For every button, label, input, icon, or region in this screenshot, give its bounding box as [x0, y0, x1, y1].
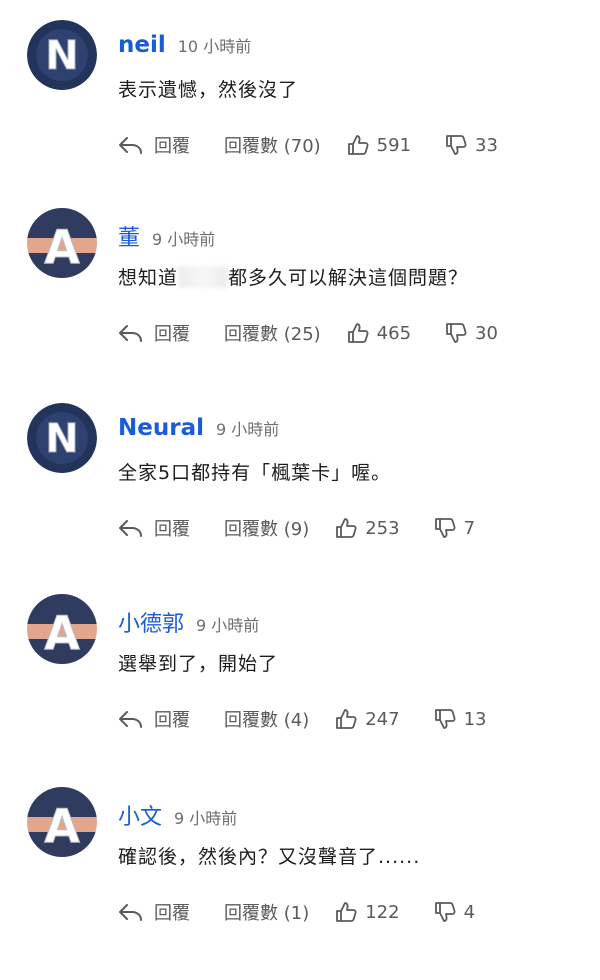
svg-text:N: N: [45, 416, 78, 462]
reply-button[interactable]: 回覆: [118, 706, 190, 732]
timestamp: 9 小時前: [152, 230, 216, 249]
comment-text: 想知道 都多久可以解決這個問題？: [118, 263, 468, 290]
avatar-a-icon: A: [27, 594, 97, 664]
avatar-a-icon: A: [27, 208, 97, 278]
reply-button[interactable]: 回覆: [118, 132, 190, 158]
like-count: 122: [365, 901, 400, 923]
comment-text: 全家5口都持有「楓葉卡」喔。: [118, 462, 392, 484]
username[interactable]: 小德郭: [118, 606, 184, 638]
replies-count-button[interactable]: 回覆數 (25): [224, 320, 321, 346]
reply-arrow-icon: [119, 137, 142, 154]
name-row: neil 10 小時前: [118, 32, 251, 60]
comment: A 小文 9 小時前 確認後，然後內？又沒聲音了...... 回覆 回覆數 (1…: [0, 787, 600, 980]
avatar[interactable]: N: [27, 403, 97, 473]
replies-count-button[interactable]: 回覆數 (70): [224, 132, 321, 158]
avatar[interactable]: N: [27, 20, 97, 90]
like-button[interactable]: 122: [335, 901, 400, 923]
svg-text:A: A: [44, 220, 80, 274]
dislike-button[interactable]: 7: [434, 517, 475, 539]
thumbs-up-icon: [347, 135, 369, 155]
timestamp: 10 小時前: [177, 37, 252, 56]
reply-button[interactable]: 回覆: [118, 515, 190, 541]
comment-text-end: 都多久可以解決這個問題？: [228, 267, 469, 289]
dislike-button[interactable]: 33: [445, 134, 498, 156]
dislike-count: 4: [463, 901, 476, 923]
action-bar: 回覆 回覆數 (4) 247 13: [118, 706, 486, 732]
dislike-button[interactable]: 30: [445, 322, 498, 344]
thumbs-up-icon: [347, 323, 369, 343]
name-row: 小文 9 小時前: [118, 799, 238, 830]
username[interactable]: Neural: [118, 415, 204, 441]
reply-label: 回覆: [154, 903, 190, 924]
comment-text: 選舉到了，開始了: [118, 653, 279, 675]
thumbs-down-icon: [434, 709, 456, 729]
comment: A 董 9 小時前 想知道 都多久可以解決這個問題？ 回覆 回覆數 (25) 46…: [0, 208, 600, 401]
svg-text:A: A: [44, 606, 80, 660]
like-button[interactable]: 253: [335, 517, 400, 539]
action-bar: 回覆 回覆數 (25) 465 30: [118, 320, 498, 346]
replies-count-button[interactable]: 回覆數 (4): [224, 706, 309, 732]
avatar-n-icon: N: [27, 20, 97, 90]
username[interactable]: 小文: [118, 799, 162, 831]
username[interactable]: 董: [118, 220, 140, 252]
like-count: 465: [376, 322, 412, 344]
dislike-count: 33: [475, 134, 498, 156]
reply-label: 回覆: [154, 324, 190, 345]
comment: N neil 10 小時前 表示遺憾，然後沒了 回覆 回覆數 (70) 591: [0, 20, 600, 213]
replies-count-button[interactable]: 回覆數 (9): [224, 515, 309, 541]
avatar-n-icon: N: [27, 403, 97, 473]
name-row: 小德郭 9 小時前: [118, 606, 260, 637]
thumbs-down-icon: [446, 135, 467, 155]
dislike-button[interactable]: 4: [434, 901, 475, 923]
avatar[interactable]: A: [27, 787, 97, 857]
reply-button[interactable]: 回覆: [118, 320, 190, 346]
reply-button[interactable]: 回覆: [118, 899, 190, 925]
reply-label: 回覆: [154, 136, 190, 157]
comment-text: 確認後，然後內？又沒聲音了......: [118, 846, 421, 868]
timestamp: 9 小時前: [174, 809, 238, 828]
dislike-count: 13: [463, 708, 487, 730]
thumbs-down-icon: [446, 323, 467, 343]
thumbs-up-icon: [336, 518, 357, 538]
comment: N Neural 9 小時前 全家5口都持有「楓葉卡」喔。 回覆 回覆數 (9)…: [0, 403, 600, 596]
username[interactable]: neil: [118, 32, 166, 58]
dislike-count: 7: [463, 517, 476, 539]
avatar[interactable]: A: [27, 208, 97, 278]
thumbs-up-icon: [336, 709, 357, 729]
comment: A 小德郭 9 小時前 選舉到了，開始了 回覆 回覆數 (4) 247 13: [0, 594, 600, 787]
action-bar: 回覆 回覆數 (9) 253 7: [118, 515, 475, 541]
like-button[interactable]: 591: [347, 134, 411, 156]
avatar[interactable]: A: [27, 594, 97, 664]
reply-arrow-icon: [119, 711, 142, 728]
action-bar: 回覆 回覆數 (1) 122 4: [118, 899, 475, 925]
dislike-count: 30: [475, 322, 498, 344]
thumbs-down-icon: [434, 902, 456, 922]
like-count: 253: [365, 517, 400, 539]
like-button[interactable]: 465: [347, 322, 411, 344]
comment-text: 表示遺憾，然後沒了: [118, 79, 299, 101]
timestamp: 9 小時前: [196, 616, 260, 635]
thumbs-down-icon: [434, 518, 456, 538]
replies-count-button[interactable]: 回覆數 (1): [224, 899, 309, 925]
comment-text-start: 想知道: [118, 267, 179, 289]
reply-label: 回覆: [154, 710, 190, 731]
action-bar: 回覆 回覆數 (70) 591 33: [118, 132, 498, 158]
name-row: Neural 9 小時前: [118, 415, 279, 443]
avatar-a-icon: A: [27, 787, 97, 857]
like-count: 247: [365, 708, 400, 730]
name-row: 董 9 小時前: [118, 220, 216, 251]
reply-arrow-icon: [119, 520, 142, 537]
like-button[interactable]: 247: [335, 708, 400, 730]
dislike-button[interactable]: 13: [434, 708, 487, 730]
reply-label: 回覆: [154, 519, 190, 540]
reply-arrow-icon: [119, 904, 142, 921]
svg-text:N: N: [45, 33, 78, 79]
like-count: 591: [376, 134, 412, 156]
svg-text:A: A: [44, 799, 80, 853]
thumbs-up-icon: [336, 902, 357, 922]
timestamp: 9 小時前: [215, 420, 280, 439]
reply-arrow-icon: [119, 325, 142, 342]
redacted-text: [178, 266, 229, 288]
